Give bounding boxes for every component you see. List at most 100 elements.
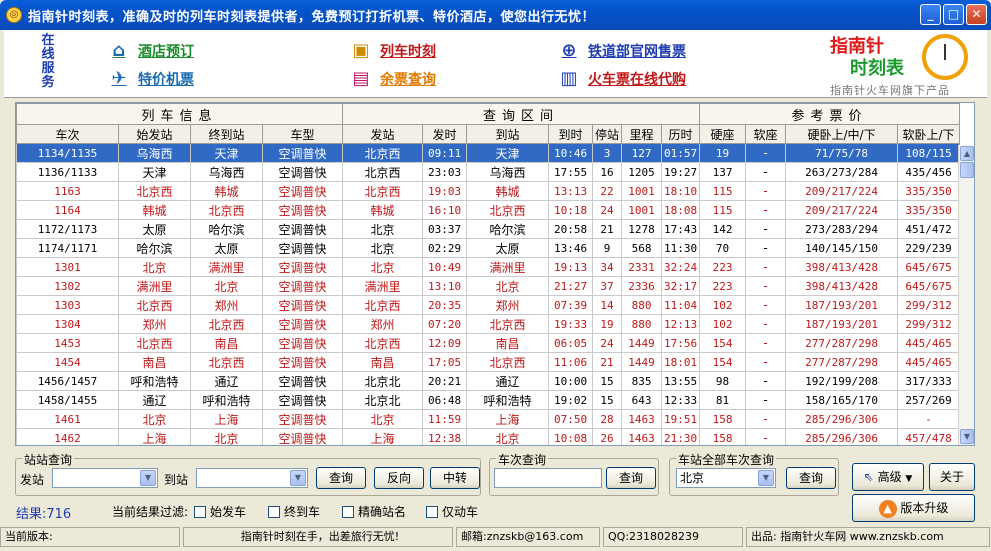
table-row[interactable]: 1134/1135 乌海西 天津 空调普快 北京西 09:11 天津 10:46 3 127 01:… — [16, 143, 961, 163]
scroll-down-icon[interactable]: ▼ — [960, 429, 974, 444]
cheap-flights-link[interactable]: ✈ 特价机票 — [108, 68, 194, 90]
table-cell: 14 — [592, 295, 623, 315]
table-row[interactable]: 1172/1173 太原 哈尔滨 空调普快 北京 03:37 哈尔滨 20:58 21 1278 1… — [16, 219, 961, 239]
table-row[interactable]: 1458/1455 通辽 呼和浩特 空调普快 北京北 06:48 呼和浩特 19:02 15 64… — [16, 390, 961, 410]
table-cell: 142 — [699, 219, 747, 239]
table-row[interactable]: 1136/1133 天津 乌海西 空调普快 北京西 23:03 乌海西 17:55 16 1205… — [16, 162, 961, 182]
column-header[interactable]: 硬卧上/中/下 — [785, 124, 899, 144]
table-cell: 140/145/150 — [785, 238, 899, 258]
table-row[interactable]: 1164 韩城 北京西 空调普快 韩城 16:10 北京西 10:18 24 1001 18:08 1… — [16, 200, 961, 220]
column-header[interactable]: 车型 — [261, 124, 344, 144]
table-cell: - — [745, 352, 787, 372]
checkbox-icon[interactable] — [268, 505, 280, 518]
reverse-button[interactable]: 反向 — [374, 467, 424, 489]
table-cell: 115 — [699, 181, 747, 201]
upgrade-button[interactable]: ▲ 版本升级 — [852, 494, 975, 522]
advanced-button[interactable]: ⇖ 高级 ▼ — [852, 463, 924, 491]
column-header[interactable]: 发时 — [422, 124, 468, 144]
filter-terminal-checkbox[interactable]: 终到车 — [268, 503, 320, 520]
filter-emu-only-checkbox[interactable]: 仅动车 — [426, 503, 478, 520]
chevron-down-icon[interactable]: ▼ — [140, 470, 156, 486]
table-row[interactable]: 1454 南昌 北京西 空调普快 南昌 17:05 北京西 11:06 21 1449 18:01 1… — [16, 352, 961, 372]
table-cell: 19:03 — [422, 181, 468, 201]
table-cell: - — [745, 257, 787, 277]
chevron-down-icon[interactable]: ▼ — [758, 470, 774, 486]
table-cell: 1302 — [16, 276, 119, 296]
table-row[interactable]: 1453 北京西 南昌 空调普快 北京西 12:09 南昌 06:05 24 1449 17:56 1… — [16, 333, 961, 353]
table-cell: 通辽 — [466, 371, 550, 391]
table-cell: 满洲里 — [466, 257, 550, 277]
table-row[interactable]: 1303 北京西 郑州 空调普快 北京西 20:35 郑州 07:39 14 880 11:04 10… — [16, 295, 961, 315]
railway-official-site-link[interactable]: ⊕ 铁道部官网售票 — [558, 40, 686, 62]
table-row[interactable]: 1461 北京 上海 空调普快 北京 11:59 上海 07:50 28 1463 19:51 158… — [16, 409, 961, 429]
table-cell: 17:43 — [661, 219, 701, 239]
table-cell: 北京 — [466, 276, 550, 296]
minimize-button[interactable]: _ — [920, 4, 941, 25]
train-number-input[interactable] — [494, 468, 602, 488]
from-station-combo[interactable]: ▼ — [52, 468, 158, 488]
checkbox-icon[interactable] — [426, 505, 438, 518]
table-cell: 26 — [592, 428, 623, 445]
scroll-thumb[interactable] — [960, 162, 974, 178]
to-station-combo[interactable]: ▼ — [196, 468, 308, 488]
table-cell: 445/465 — [897, 333, 961, 353]
table-cell: 34 — [592, 257, 623, 277]
transfer-button[interactable]: 中转 — [430, 467, 480, 489]
timetable-grid[interactable]: 列车信息 查询区间 参考票价 车次 始发站 终到站 车型 发站 发时 到站 到时 停站 里程 历时硬… — [15, 102, 975, 446]
table-cell: 1461 — [16, 409, 119, 429]
column-header[interactable]: 到站 — [466, 124, 550, 144]
scroll-up-icon[interactable]: ▲ — [960, 146, 974, 161]
column-header[interactable]: 停站 — [592, 124, 623, 144]
table-cell: 154 — [699, 333, 747, 353]
station-query-button[interactable]: 查询 — [316, 467, 366, 489]
ticket-agent-link[interactable]: ▥ 火车票在线代购 — [558, 68, 686, 90]
train-query-legend: 车次查询 — [496, 451, 549, 468]
column-header[interactable]: 车次 — [16, 124, 119, 144]
table-row[interactable]: 1462 上海 北京 空调普快 上海 12:38 北京 10:08 26 1463 21:30 158… — [16, 428, 961, 445]
maximize-button[interactable]: □ — [943, 4, 964, 25]
train-query-button[interactable]: 查询 — [606, 467, 656, 489]
column-header[interactable]: 历时 — [661, 124, 701, 144]
table-cell: 2336 — [621, 276, 663, 296]
column-header[interactable]: 硬座 — [699, 124, 747, 144]
column-header[interactable]: 到时 — [548, 124, 594, 144]
chevron-down-icon[interactable]: ▼ — [290, 470, 306, 486]
column-header[interactable]: 软座 — [745, 124, 787, 144]
table-row[interactable]: 1174/1171 哈尔滨 太原 空调普快 北京 02:29 太原 13:46 9 568 11:3… — [16, 238, 961, 258]
table-row[interactable]: 1301 北京 满洲里 空调普快 北京 10:49 满洲里 19:13 34 2331 32:24 2… — [16, 257, 961, 277]
table-cell: 17:56 — [661, 333, 701, 353]
table-cell: 81 — [699, 390, 747, 410]
column-header[interactable]: 发站 — [342, 124, 424, 144]
table-cell: 187/193/201 — [785, 295, 899, 315]
remaining-tickets-link[interactable]: ▤ 余票查询 — [350, 68, 436, 90]
column-header[interactable]: 终到站 — [190, 124, 263, 144]
checkbox-icon[interactable] — [194, 505, 206, 518]
close-button[interactable]: ✕ — [966, 4, 987, 25]
about-button[interactable]: 关于 — [929, 463, 975, 491]
table-row[interactable]: 1302 满洲里 北京 空调普快 满洲里 13:10 北京 21:27 37 2336 32:17 2… — [16, 276, 961, 296]
column-header[interactable]: 始发站 — [118, 124, 191, 144]
train-schedule-link[interactable]: ▣ 列车时刻 — [350, 40, 436, 62]
filter-exact-name-checkbox[interactable]: 精确站名 — [342, 503, 406, 520]
table-cell: 空调普快 — [261, 238, 344, 258]
checkbox-icon[interactable] — [342, 505, 354, 518]
station-combo[interactable]: 北京 ▼ — [676, 468, 776, 488]
group-train-info: 列车信息 — [16, 103, 344, 125]
table-cell: 32:24 — [661, 257, 701, 277]
table-cell: 北京西 — [118, 333, 191, 353]
table-cell: 9 — [592, 238, 623, 258]
column-header[interactable]: 软卧上/下 — [897, 124, 961, 144]
hotel-booking-link[interactable]: ⌂ 酒店预订 — [108, 40, 194, 62]
online-service-label: 在线服务 — [41, 33, 55, 90]
table-cell: 192/199/208 — [785, 371, 899, 391]
table-row[interactable]: 1456/1457 呼和浩特 通辽 空调普快 北京北 20:21 通辽 10:00 15 835 1… — [16, 371, 961, 391]
table-row[interactable]: 1163 北京西 韩城 空调普快 北京西 19:03 韩城 13:13 22 1001 18:10 1… — [16, 181, 961, 201]
column-header[interactable]: 里程 — [621, 124, 663, 144]
table-row[interactable]: 1304 郑州 北京西 空调普快 郑州 07:20 北京西 19:33 19 880 12:13 10… — [16, 314, 961, 334]
filter-origin-checkbox[interactable]: 始发车 — [194, 503, 246, 520]
table-cell: 223 — [699, 257, 747, 277]
status-slogan: 指南针时刻在手，出差旅行无忧! — [183, 527, 453, 547]
station-all-query-button[interactable]: 查询 — [786, 467, 836, 489]
window-title: 指南针时刻表，准确及时的列车时刻表提供者，免费预订打折机票、特价酒店，使您出行无… — [28, 9, 596, 25]
vertical-scrollbar[interactable]: ▲ ▼ — [958, 145, 974, 445]
